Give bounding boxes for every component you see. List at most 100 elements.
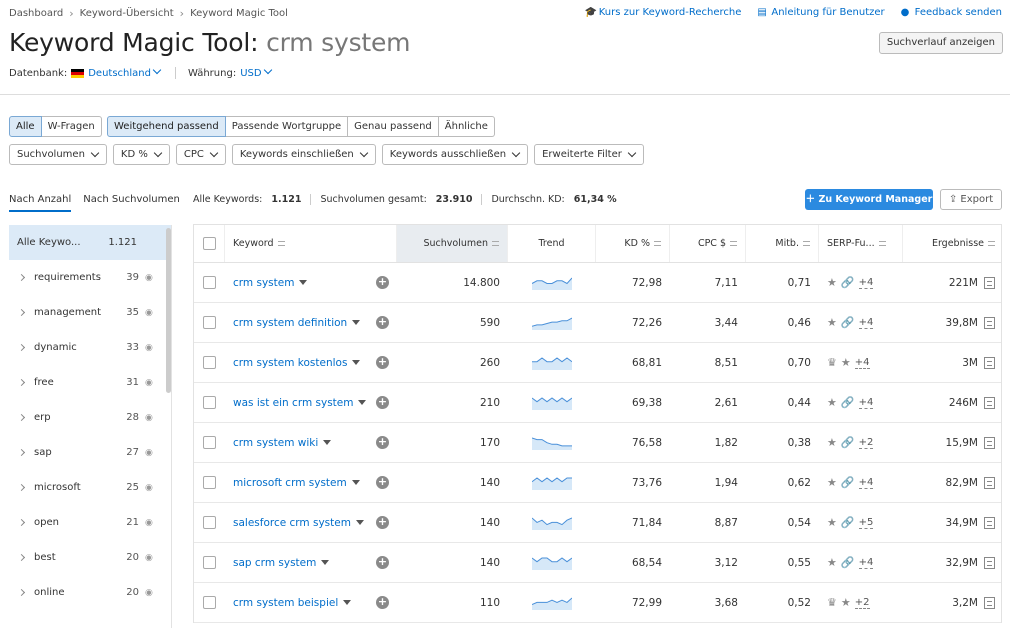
serp-more-link[interactable]: +4 (858, 397, 874, 409)
col-keyword[interactable]: Keyword (225, 225, 397, 262)
currency-select[interactable]: USD (240, 65, 273, 79)
keyword-link[interactable]: crm system wiki (233, 437, 318, 449)
breadcrumb-dashboard[interactable]: Dashboard (9, 8, 63, 19)
eye-icon[interactable]: ◉ (145, 378, 155, 388)
keyword-link[interactable]: crm system (233, 277, 294, 289)
filter-advanced[interactable]: Erweiterte Filter (534, 144, 644, 165)
database-select[interactable]: Deutschland (88, 65, 163, 79)
serp-more-link[interactable]: +2 (858, 437, 874, 449)
feedback-link[interactable]: ● Feedback senden (901, 7, 1002, 18)
sidebar-group-item[interactable]: free 31 ◉ (9, 365, 171, 400)
eye-icon[interactable]: ◉ (145, 483, 155, 493)
eye-icon[interactable]: ◉ (145, 588, 155, 598)
eye-icon[interactable]: ◉ (145, 343, 155, 353)
eye-icon[interactable]: ◉ (145, 553, 155, 563)
caret-down-icon[interactable] (343, 600, 352, 605)
breadcrumb-keyword-overview[interactable]: Keyword-Übersicht (80, 8, 174, 19)
col-results[interactable]: Ergebnisse (903, 225, 1003, 262)
eye-icon[interactable]: ◉ (145, 308, 155, 318)
eye-icon[interactable]: ◉ (145, 273, 155, 283)
filter-include-keywords[interactable]: Keywords einschließen (231, 144, 376, 165)
row-checkbox[interactable] (203, 396, 216, 409)
col-kd[interactable]: KD % (596, 225, 670, 262)
serp-more-link[interactable]: +4 (854, 357, 870, 369)
keyword-link[interactable]: salesforce crm system (233, 517, 351, 529)
tab-phrase-match[interactable]: Passende Wortgruppe (225, 116, 349, 137)
serp-document-icon[interactable] (984, 276, 995, 289)
serp-more-link[interactable]: +4 (858, 277, 874, 289)
export-button[interactable]: ⇪ Export (940, 189, 1002, 210)
add-circle-icon[interactable]: + (376, 556, 389, 569)
tab-broad-match[interactable]: Weitgehend passend (107, 116, 226, 137)
row-checkbox[interactable] (203, 556, 216, 569)
eye-icon[interactable]: ◉ (145, 448, 155, 458)
sidebar-group-item[interactable]: requirements 39 ◉ (9, 260, 171, 295)
add-circle-icon[interactable]: + (376, 396, 389, 409)
add-circle-icon[interactable]: + (376, 476, 389, 489)
serp-more-link[interactable]: +4 (858, 477, 874, 489)
serp-more-link[interactable]: +2 (854, 597, 870, 609)
serp-document-icon[interactable] (984, 396, 995, 409)
add-circle-icon[interactable]: + (376, 436, 389, 449)
caret-down-icon[interactable] (352, 320, 361, 325)
caret-down-icon[interactable] (299, 280, 308, 285)
filter-cpc[interactable]: CPC (175, 144, 226, 165)
tab-by-count[interactable]: Nach Anzahl (9, 194, 72, 212)
add-circle-icon[interactable]: + (376, 516, 389, 529)
serp-document-icon[interactable] (984, 356, 995, 369)
col-competition[interactable]: Mitb. (746, 225, 819, 262)
filter-volume[interactable]: Suchvolumen (9, 144, 107, 165)
serp-document-icon[interactable] (984, 476, 995, 489)
row-checkbox[interactable] (203, 596, 216, 609)
add-circle-icon[interactable]: + (376, 316, 389, 329)
keyword-link[interactable]: sap crm system (233, 557, 316, 569)
serp-more-link[interactable]: +4 (858, 317, 874, 329)
course-link[interactable]: 🎓 Kurs zur Keyword-Recherche (585, 7, 742, 18)
history-button[interactable]: Suchverlauf anzeigen (878, 32, 1003, 54)
row-checkbox[interactable] (203, 516, 216, 529)
sidebar-item-all[interactable]: Alle Keywo... 1.121 (9, 225, 171, 260)
keyword-link[interactable]: crm system beispiel (233, 597, 338, 609)
sidebar-group-item[interactable]: erp 28 ◉ (9, 400, 171, 435)
add-circle-icon[interactable]: + (376, 276, 389, 289)
sidebar-scrollbar[interactable] (166, 228, 171, 393)
col-cpc[interactable]: CPC $ (670, 225, 746, 262)
row-checkbox[interactable] (203, 436, 216, 449)
row-checkbox[interactable] (203, 356, 216, 369)
eye-icon[interactable]: ◉ (145, 413, 155, 423)
sidebar-group-item[interactable]: microsoft 25 ◉ (9, 470, 171, 505)
serp-document-icon[interactable] (984, 436, 995, 449)
tab-by-volume[interactable]: Nach Suchvolumen (83, 194, 180, 212)
sidebar-group-item[interactable]: online 20 ◉ (9, 575, 171, 610)
col-volume[interactable]: Suchvolumen (397, 225, 508, 262)
sidebar-group-item[interactable]: management 35 ◉ (9, 295, 171, 330)
row-checkbox[interactable] (203, 476, 216, 489)
serp-more-link[interactable]: +4 (858, 557, 874, 569)
keyword-link[interactable]: crm system kostenlos (233, 357, 347, 369)
select-all-checkbox[interactable] (202, 237, 216, 250)
serp-document-icon[interactable] (984, 556, 995, 569)
tab-questions[interactable]: W-Fragen (41, 116, 102, 137)
tab-related[interactable]: Ähnliche (438, 116, 495, 137)
guide-link[interactable]: ▤ Anleitung für Benutzer (757, 7, 884, 18)
sidebar-group-item[interactable]: sap 27 ◉ (9, 435, 171, 470)
serp-document-icon[interactable] (984, 596, 995, 609)
filter-exclude-keywords[interactable]: Keywords ausschließen (381, 144, 529, 165)
caret-down-icon[interactable] (358, 400, 367, 405)
add-circle-icon[interactable]: + (376, 596, 389, 609)
caret-down-icon[interactable] (352, 360, 361, 365)
keyword-link[interactable]: microsoft crm system (233, 477, 347, 489)
eye-icon[interactable]: ◉ (145, 518, 155, 528)
caret-down-icon[interactable] (355, 520, 364, 525)
add-to-keyword-manager-button[interactable]: ＋ Zu Keyword Manager (805, 189, 933, 210)
caret-down-icon[interactable] (351, 480, 360, 485)
row-checkbox[interactable] (203, 276, 216, 289)
serp-document-icon[interactable] (984, 516, 995, 529)
add-circle-icon[interactable]: + (376, 356, 389, 369)
sidebar-group-item[interactable]: open 21 ◉ (9, 505, 171, 540)
keyword-link[interactable]: crm system definition (233, 317, 347, 329)
caret-down-icon[interactable] (321, 560, 330, 565)
keyword-link[interactable]: was ist ein crm system (233, 397, 353, 409)
col-serp-features[interactable]: SERP-Fu... (819, 225, 903, 262)
serp-document-icon[interactable] (984, 316, 995, 329)
